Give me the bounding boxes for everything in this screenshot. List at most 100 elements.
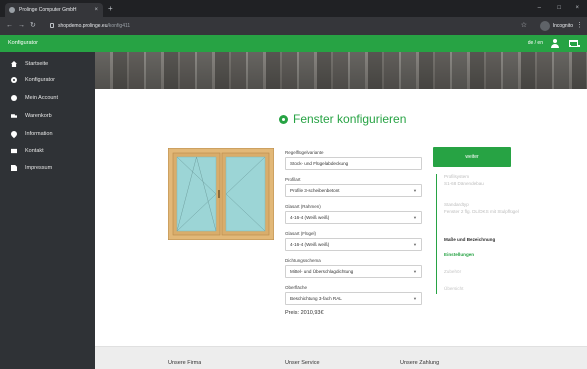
- sidebar-item-startseite[interactable]: Startseite: [0, 56, 95, 72]
- select-oberflaeche[interactable]: Beschichtung 3-fach RAL ▼: [285, 292, 422, 305]
- sidebar-item-label: Warenkorb: [25, 113, 52, 119]
- sidebar-item-warenkorb[interactable]: Warenkorb: [0, 108, 95, 124]
- step-masse-und-bezeichnung[interactable]: Maße und Bezeichnung: [444, 237, 524, 244]
- select-regelfluegelvariante[interactable]: Stock- und Flügelabdeckung: [285, 157, 422, 170]
- language-switch[interactable]: de / en: [528, 35, 543, 52]
- mail-icon: [11, 148, 17, 154]
- sidebar-item-mein-account[interactable]: Mein Account: [0, 90, 95, 106]
- step-title: Standardtyp: [444, 202, 469, 207]
- sidebar-item-impressum[interactable]: Impressum: [0, 160, 95, 176]
- truck-icon: [11, 114, 17, 118]
- gear-icon: [11, 77, 17, 83]
- step-progress: Profilsystem S1-68 Dänendebau Standardty…: [435, 174, 525, 298]
- browser-toolbar: ← → ↻ shopdemo.prolinge.eu/konfig411 ☆ I…: [0, 17, 587, 35]
- window-handle: [218, 190, 220, 198]
- reload-icon[interactable]: ↻: [30, 20, 36, 32]
- back-icon[interactable]: ←: [6, 20, 13, 32]
- step-profilsystem[interactable]: Profilsystem S1-68 Dänendebau: [444, 174, 524, 187]
- step-einstellungen[interactable]: Einstellungen: [444, 252, 524, 259]
- step-standardtyp[interactable]: Standardtyp Fenster 2 flg. DL/DKS mit St…: [444, 202, 524, 215]
- field-dichtungsschema: Dichtungsschema Mittel- und Überschlagdi…: [285, 257, 422, 278]
- select-value: Mittel- und Überschlagdichtung: [290, 269, 354, 274]
- page-title: Fenster konfigurieren: [279, 112, 406, 126]
- select-value: Beschichtung 3-fach RAL: [290, 296, 342, 301]
- chevron-down-icon: ▼: [413, 215, 417, 220]
- incognito-icon: [539, 21, 550, 31]
- home-icon: [11, 61, 17, 67]
- field-glasart-rahmen: Glasart (Rahmen) 4-16-4 (Weiß weiß) ▼: [285, 203, 422, 224]
- account-icon[interactable]: [551, 39, 559, 48]
- map-pin-icon: [9, 129, 19, 139]
- select-profilart[interactable]: Profile 3-scheibenbetont ▼: [285, 184, 422, 197]
- bookmark-star-icon[interactable]: ☆: [521, 20, 527, 32]
- step-title: Übersicht: [444, 286, 464, 291]
- main-content: Fenster konfigurieren Regelflügelvariant…: [95, 52, 587, 369]
- footer-heading-firma: Unsere Firma: [168, 360, 202, 366]
- page-title-text: Fenster konfigurieren: [293, 112, 407, 126]
- sidebar: Startseite Konfigurator Mein Account War…: [0, 52, 95, 369]
- sidebar-item-konfigurator[interactable]: Konfigurator: [0, 72, 95, 88]
- price-label: Preis: 2010,93€: [285, 310, 324, 316]
- sidebar-item-label: Mein Account: [25, 95, 59, 101]
- incognito-label: Incognito: [552, 23, 573, 29]
- lock-icon: [50, 23, 54, 28]
- sidebar-item-label: Kontakt: [25, 148, 44, 154]
- field-label: Glasart (Flügel): [285, 231, 317, 236]
- footer-heading-service: Unser Service: [285, 360, 320, 366]
- field-label: Profilart: [285, 177, 301, 182]
- forward-icon[interactable]: →: [18, 20, 25, 32]
- chevron-down-icon: ▼: [413, 242, 417, 247]
- url-host: shopdemo.prolinge.eu: [58, 23, 108, 29]
- select-glasart-fluegel[interactable]: 4-16-4 (Weiß weiß) ▼: [285, 238, 422, 251]
- maximize-button[interactable]: □: [557, 3, 561, 13]
- step-zubehoer: Zubehör: [444, 269, 524, 276]
- wood-banner: [95, 52, 587, 89]
- url-path: /konfig411: [107, 23, 131, 29]
- chevron-down-icon: ▼: [413, 188, 417, 193]
- window-preview: [168, 148, 274, 240]
- select-value: Profile 3-scheibenbetont: [290, 188, 340, 193]
- left-glass: [176, 156, 217, 232]
- browser-tab-bar: Prolinge Computer GmbH × + – □ ×: [0, 0, 587, 17]
- step-subtitle: Fenster 2 flg. DL/DKS mit Stulpflügel: [444, 208, 519, 214]
- app-title[interactable]: Konfigurator: [8, 35, 38, 52]
- browser-tab[interactable]: Prolinge Computer GmbH ×: [5, 3, 103, 17]
- incognito-indicator[interactable]: Incognito: [539, 20, 573, 32]
- field-label: Dichtungsschema: [285, 258, 321, 263]
- close-window-button[interactable]: ×: [575, 3, 579, 13]
- footer-heading-zahlung: Unsere Zahlung: [400, 360, 440, 366]
- document-icon: [11, 165, 17, 171]
- next-button[interactable]: weiter: [433, 147, 511, 167]
- right-glass: [225, 156, 266, 232]
- step-subtitle: S1-68 Dänendebau: [444, 180, 484, 186]
- step-progress-line: [436, 174, 437, 294]
- address-bar[interactable]: shopdemo.prolinge.eu/konfig411: [50, 20, 130, 32]
- user-icon: [11, 95, 17, 101]
- cart-icon[interactable]: [568, 39, 580, 48]
- sidebar-item-label: Startseite: [25, 61, 49, 67]
- browser-menu-icon[interactable]: ⋮: [576, 20, 583, 32]
- favicon-icon: [9, 7, 15, 13]
- footer: Unsere Firma Unser Service Unsere Zahlun…: [95, 346, 587, 369]
- select-dichtungsschema[interactable]: Mittel- und Überschlagdichtung ▼: [285, 265, 422, 278]
- chevron-down-icon: ▼: [413, 296, 417, 301]
- sidebar-item-information[interactable]: Information: [0, 126, 95, 142]
- step-title: Zubehör: [444, 269, 462, 274]
- sidebar-item-label: Konfigurator: [25, 77, 55, 83]
- sidebar-item-kontakt[interactable]: Kontakt: [0, 143, 95, 159]
- field-glasart-fluegel: Glasart (Flügel) 4-16-4 (Weiß weiß) ▼: [285, 230, 422, 251]
- field-regelfluegelvariante: Regelflügelvariante Stock- und Flügelabd…: [285, 149, 422, 170]
- sidebar-item-label: Impressum: [25, 165, 53, 171]
- step-title: Einstellungen: [444, 252, 475, 257]
- field-profilart: Profilart Profile 3-scheibenbetont ▼: [285, 176, 422, 197]
- tab-title: Prolinge Computer GmbH: [19, 7, 77, 13]
- select-value: 4-16-4 (Weiß weiß): [290, 215, 330, 220]
- tab-close-icon[interactable]: ×: [94, 3, 98, 17]
- new-tab-button[interactable]: +: [108, 3, 113, 15]
- step-title: Profilsystem: [444, 174, 470, 179]
- chevron-down-icon: ▼: [413, 269, 417, 274]
- minimize-button[interactable]: –: [538, 3, 541, 13]
- step-uebersicht: Übersicht: [444, 286, 524, 293]
- select-glasart-rahmen[interactable]: 4-16-4 (Weiß weiß) ▼: [285, 211, 422, 224]
- select-value: Stock- und Flügelabdeckung: [290, 161, 349, 166]
